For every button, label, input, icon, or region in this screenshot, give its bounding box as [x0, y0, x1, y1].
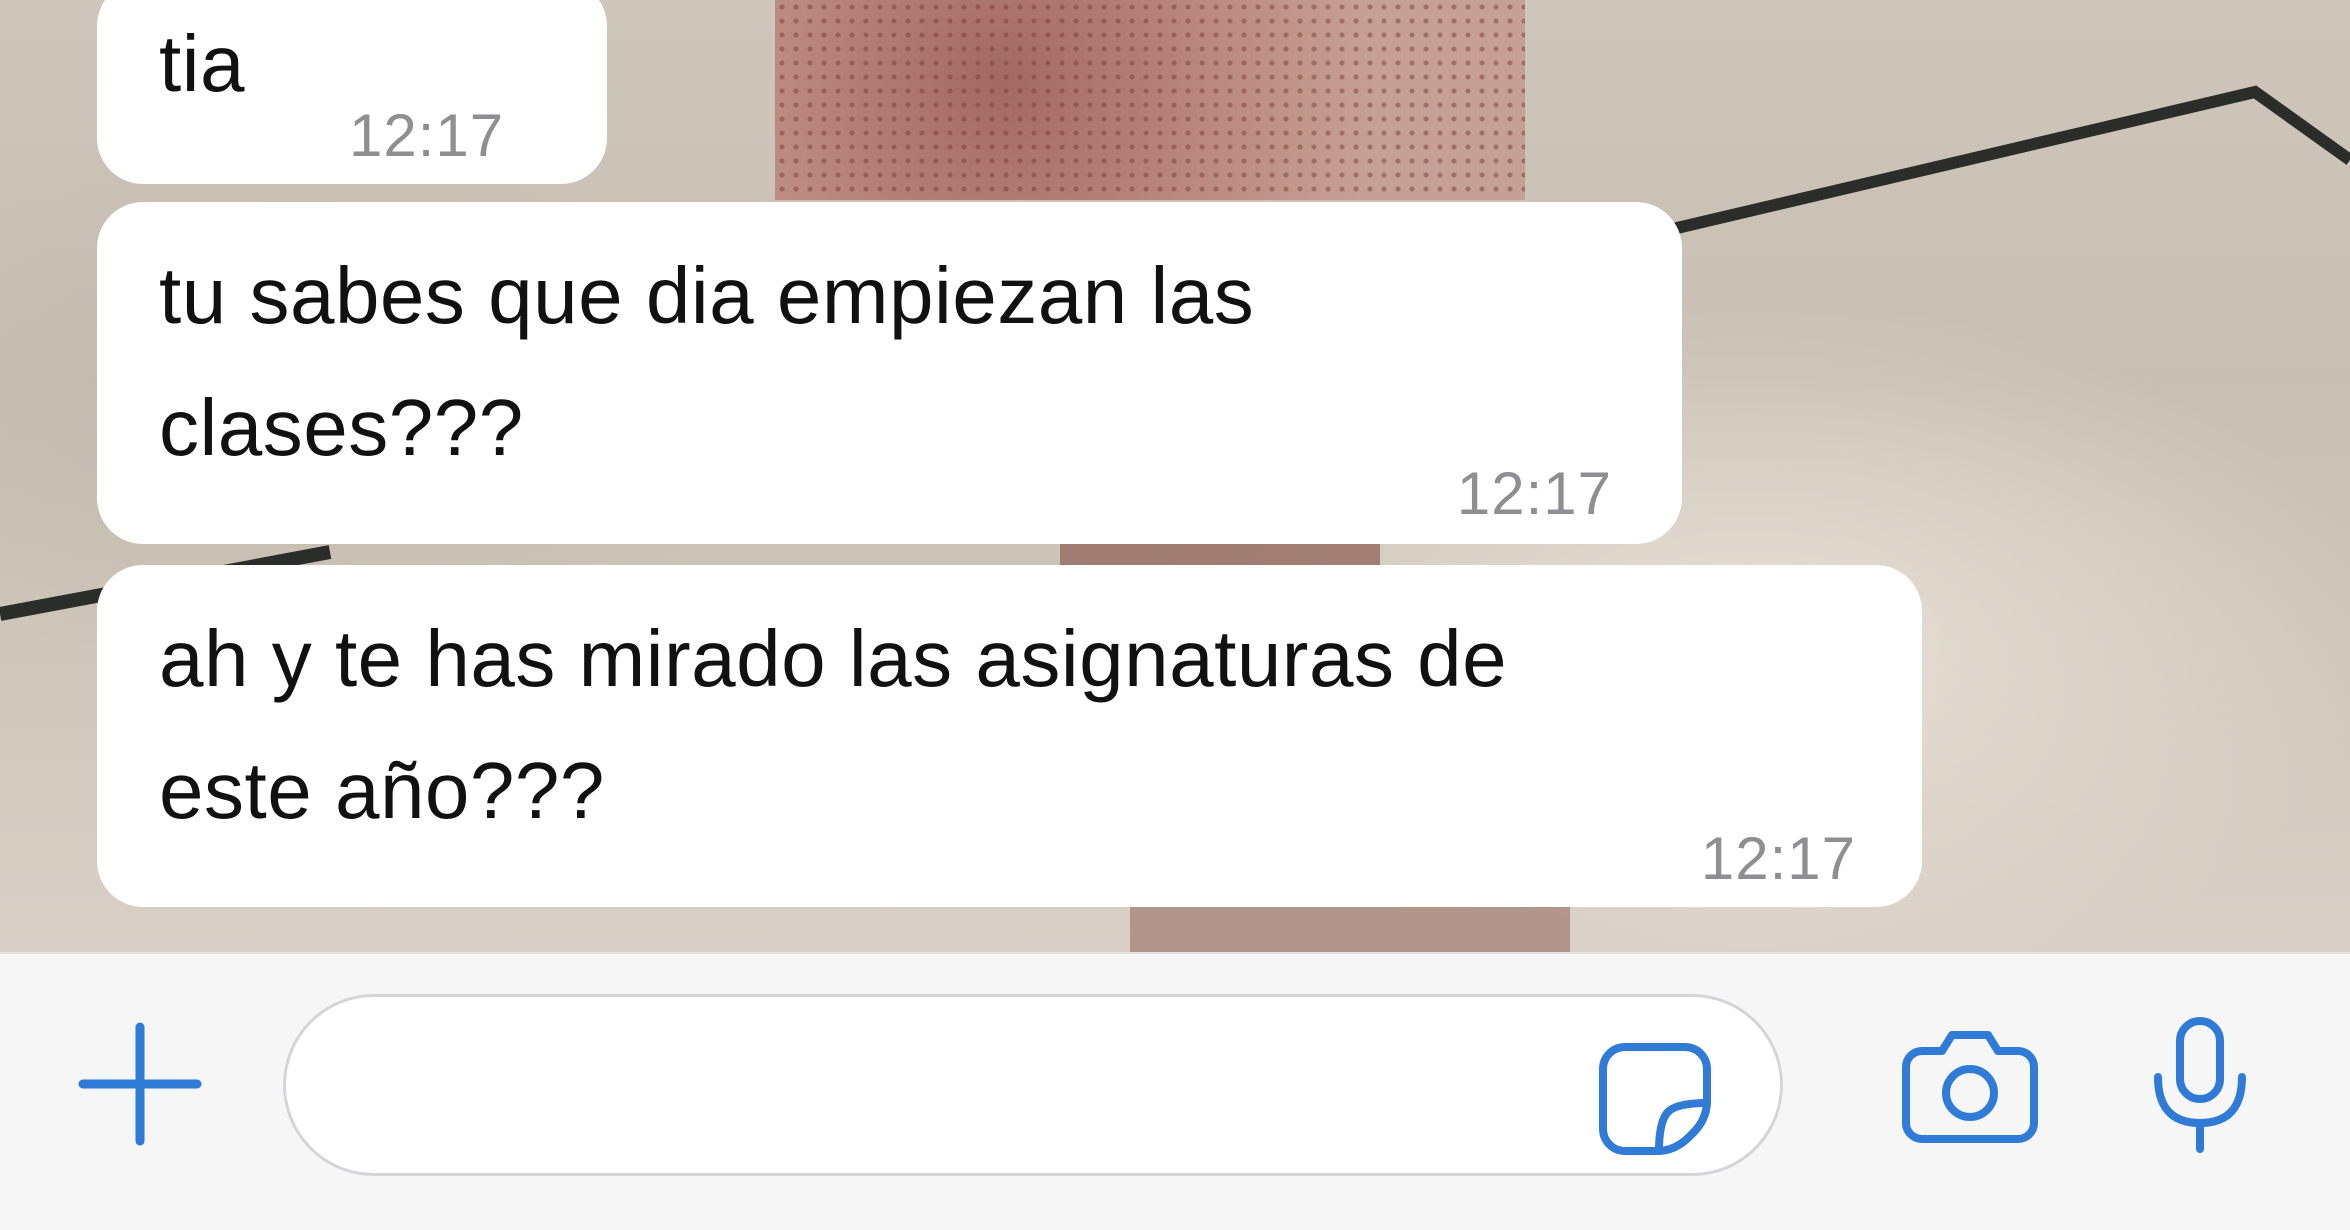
- plus-icon: [78, 1022, 202, 1146]
- sticker-button[interactable]: [1590, 1034, 1720, 1164]
- sticker-icon: [1599, 1043, 1711, 1155]
- message-text: tia: [159, 19, 245, 108]
- message-timestamp: 12:17: [1456, 460, 1612, 527]
- message-composer: [0, 952, 2350, 1230]
- attach-button[interactable]: [70, 1014, 210, 1154]
- chat-screen: tia 12:17 tu sabes que dia empiezan las …: [0, 0, 2350, 1230]
- message-input[interactable]: [283, 994, 1783, 1176]
- microphone-icon: [2154, 1017, 2246, 1153]
- microphone-button[interactable]: [2135, 1010, 2265, 1160]
- message-timestamp: 12:17: [349, 102, 505, 169]
- message-timestamp: 12:17: [1700, 825, 1856, 892]
- message-text: tu sabes que dia empiezan las clases???: [159, 251, 1255, 472]
- camera-icon: [1902, 1031, 2038, 1143]
- message-bubble[interactable]: tia 12:17: [97, 0, 607, 184]
- chat-wallpaper[interactable]: tia 12:17 tu sabes que dia empiezan las …: [0, 0, 2350, 952]
- message-bubble[interactable]: tu sabes que dia empiezan las clases??? …: [97, 202, 1682, 544]
- message-text: ah y te has mirado las asignaturas de es…: [159, 614, 1508, 835]
- message-bubble[interactable]: ah y te has mirado las asignaturas de es…: [97, 565, 1922, 907]
- camera-button[interactable]: [1890, 1014, 2050, 1154]
